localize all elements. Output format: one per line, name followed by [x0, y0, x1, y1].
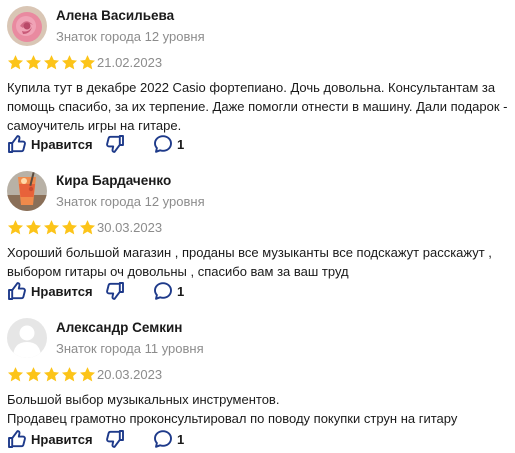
star-icon — [61, 366, 78, 384]
like-button[interactable]: Нравится — [7, 134, 93, 154]
review-date: 20.03.2023 — [97, 367, 163, 382]
thumbs-down-icon — [105, 281, 125, 301]
star-icon — [61, 54, 78, 72]
like-label: Нравится — [31, 283, 93, 299]
star-icon — [43, 366, 60, 384]
author-name[interactable]: Алена Васильева — [56, 8, 174, 23]
comment-bubble-icon — [153, 134, 173, 154]
author-level: Знаток города 11 уровня — [56, 341, 204, 356]
comments-button[interactable]: 1 — [153, 134, 184, 154]
review-date: 30.03.2023 — [97, 220, 163, 235]
comment-count: 1 — [177, 136, 185, 152]
review-text: Большой выбор музыкальных инструментов. … — [7, 392, 458, 426]
thumbs-up-icon — [7, 134, 27, 154]
thumbs-down-icon — [105, 429, 125, 449]
star-icon — [79, 54, 96, 72]
author-name[interactable]: Александр Семкин — [56, 320, 182, 335]
rating-stars — [7, 219, 96, 237]
star-icon — [61, 219, 78, 237]
star-icon — [25, 219, 42, 237]
dislike-button[interactable] — [105, 134, 125, 154]
star-icon — [25, 366, 42, 384]
star-icon — [7, 54, 24, 72]
comments-button[interactable]: 1 — [153, 281, 184, 301]
author-level: Знаток города 12 уровня — [56, 29, 205, 44]
review-date: 21.02.2023 — [97, 55, 163, 70]
like-label: Нравится — [31, 136, 93, 152]
thumbs-up-icon — [7, 281, 27, 301]
dislike-button[interactable] — [105, 429, 125, 449]
star-icon — [7, 219, 24, 237]
author-name[interactable]: Кира Бардаченко — [56, 173, 171, 188]
default-user-avatar[interactable] — [7, 318, 47, 358]
comment-count: 1 — [177, 283, 185, 299]
comment-bubble-icon — [153, 281, 173, 301]
thumbs-up-icon — [7, 429, 27, 449]
comments-button[interactable]: 1 — [153, 429, 184, 449]
rose-photo-avatar[interactable] — [7, 6, 47, 46]
star-icon — [79, 219, 96, 237]
like-button[interactable]: Нравится — [7, 429, 93, 449]
comment-bubble-icon — [153, 429, 173, 449]
star-icon — [25, 54, 42, 72]
author-level: Знаток города 12 уровня — [56, 194, 205, 209]
dislike-button[interactable] — [105, 281, 125, 301]
star-icon — [7, 366, 24, 384]
star-icon — [43, 54, 60, 72]
star-icon — [79, 366, 96, 384]
thumbs-down-icon — [105, 134, 125, 154]
review-text: Хороший большой магазин , проданы все му… — [7, 245, 492, 279]
like-label: Нравится — [31, 431, 93, 447]
like-button[interactable]: Нравится — [7, 281, 93, 301]
drink-photo-avatar[interactable] — [7, 171, 47, 211]
star-icon — [43, 219, 60, 237]
rating-stars — [7, 366, 96, 384]
comment-count: 1 — [177, 431, 185, 447]
review-text: Купила тут в декабре 2022 Casio фортепиа… — [7, 80, 508, 133]
rating-stars — [7, 54, 96, 72]
